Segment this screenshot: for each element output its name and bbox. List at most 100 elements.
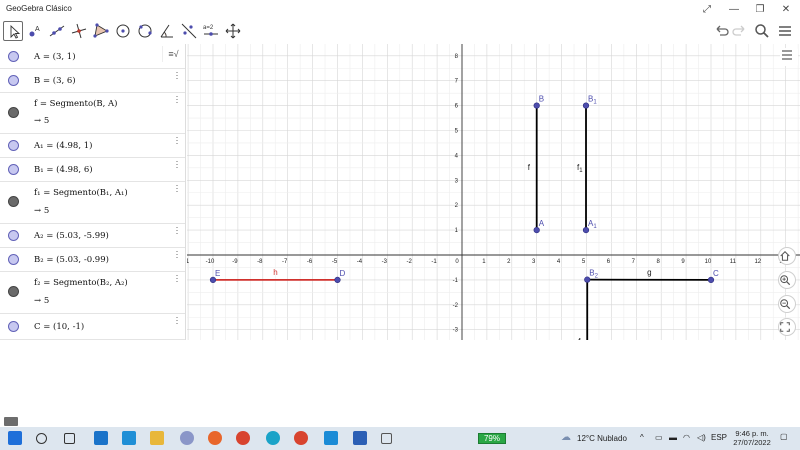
keyboard-icon[interactable] [4,417,18,426]
visibility-toggle[interactable] [8,196,19,207]
main-menu-button[interactable] [776,22,794,40]
close-button[interactable]: ✕ [776,2,796,17]
more-options-icon[interactable]: · · · [174,181,180,196]
weather-text[interactable]: 12°C Nublado [577,434,627,443]
circle-tool-button[interactable] [113,21,133,41]
more-options-icon[interactable]: · · · [174,157,180,172]
more-options-icon[interactable]: · · · [174,223,180,238]
chrome-icon[interactable] [294,431,308,445]
point-B[interactable] [533,102,540,109]
language-indicator[interactable]: ESP [711,433,727,442]
graphics-view[interactable]: -11-10-9-8-7-6-5-4-3-2-10123456789101112… [187,44,800,340]
more-options-icon[interactable]: · · · [174,247,180,262]
polygon-tool-button[interactable] [91,21,111,41]
chevron-up-icon[interactable]: ^ [640,433,644,442]
circle-through-points-tool-button[interactable] [135,21,155,41]
visibility-toggle[interactable] [8,321,19,332]
coordinate-plane[interactable]: -11-10-9-8-7-6-5-4-3-2-10123456789101112… [187,44,800,340]
line-tool-button[interactable] [47,21,67,41]
visibility-toggle[interactable] [8,107,19,118]
search-button[interactable] [753,22,771,40]
visibility-toggle[interactable] [8,51,19,62]
geogebra-icon[interactable] [381,433,392,444]
algebra-row[interactable]: C = (10, -1) · · · [0,313,185,340]
notifications-icon[interactable]: ▢ [780,432,788,441]
style-bar-button[interactable] [780,48,798,66]
redo-button[interactable] [731,22,749,40]
chrome-icon[interactable] [236,431,250,445]
search-icon[interactable] [36,433,47,444]
undo-button[interactable] [712,22,730,40]
point-B2[interactable] [584,276,591,283]
algebra-row[interactable]: A₁ = (4.98, 1) · · · [0,133,185,158]
algebra-row[interactable]: B₂ = (5.03, -0.99) · · · [0,247,185,272]
point-tool-button[interactable]: A [25,21,45,41]
more-options-icon[interactable]: · · · [174,313,180,328]
point-B1[interactable] [582,102,590,109]
more-options-icon[interactable]: · · · [174,133,180,148]
slider-tool-button[interactable]: a=2 [201,21,221,41]
algebra-definition[interactable]: A = (3, 1) [34,52,76,62]
folder-icon[interactable] [150,431,164,445]
algebra-row[interactable]: f = Segmento(B, A) → 5 · · · [0,92,185,134]
r-icon[interactable] [180,431,194,445]
word-icon[interactable] [353,431,367,445]
algebra-definition[interactable]: C = (10, -1) [34,322,84,332]
zoom-out-button[interactable] [778,295,796,313]
algebra-row[interactable]: B = (3, 6) · · · [0,68,185,93]
algebra-row[interactable]: B₁ = (4.98, 6) · · · [0,157,185,182]
wifi-icon[interactable]: ◠ [683,433,690,442]
battery-indicator[interactable]: 79% [478,433,506,444]
algebra-row[interactable]: f₂ = Segmento(B₂, A₂) → 5 · · · [0,271,185,314]
move-tool-button[interactable] [3,21,23,41]
visibility-toggle[interactable] [8,164,19,175]
restore-layout-button[interactable]: ⤢ [697,2,717,17]
more-options-icon[interactable]: · · · [174,271,180,286]
home-button[interactable] [778,247,796,265]
minimize-button[interactable]: — [724,2,744,17]
clock[interactable]: 9:46 p. m. 27/07/2022 [731,429,773,447]
algebra-row[interactable]: f₁ = Segmento(B₁, A₁) → 5 · · · [0,181,185,224]
algebra-definition[interactable]: B₁ = (4.98, 6) [34,165,93,175]
point-C[interactable] [707,276,715,283]
meet-icon[interactable] [324,431,338,445]
algebra-definition[interactable]: A₁ = (4.98, 1) [34,141,92,151]
perpendicular-line-tool-button[interactable] [69,21,89,41]
angle-tool-button[interactable] [157,21,177,41]
visibility-toggle[interactable] [8,140,19,151]
display-icon[interactable]: ▭ [655,433,663,442]
edge-icon[interactable] [266,431,280,445]
point-E[interactable] [209,276,217,283]
zoom-in-button[interactable] [778,271,796,289]
visibility-toggle[interactable] [8,230,19,241]
algebra-definition[interactable]: f₂ = Segmento(B₂, A₂) [34,278,128,288]
task-view-icon[interactable] [64,433,75,444]
more-options-icon[interactable]: · · · [174,92,180,107]
algebra-definition[interactable]: B₂ = (5.03, -0.99) [34,255,109,265]
visibility-toggle[interactable] [8,75,19,86]
move-graphics-tool-button[interactable] [223,21,243,41]
windows-icon[interactable] [8,431,22,445]
algebra-definition[interactable]: f = Segmento(B, A) [34,99,118,109]
visibility-toggle[interactable] [8,254,19,265]
point-A[interactable] [533,227,540,234]
algebra-definition[interactable]: B = (3, 6) [34,76,76,86]
point-A1[interactable] [582,227,590,234]
reflect-icon [181,23,197,39]
algebra-definition[interactable]: f₁ = Segmento(B₁, A₁) [34,188,128,198]
algebra-row[interactable]: A₂ = (5.03, -5.99) · · · [0,223,185,248]
visibility-toggle[interactable] [8,286,19,297]
battery-icon[interactable]: ▬ [669,433,677,442]
mail-icon[interactable] [94,431,108,445]
reflect-tool-button[interactable] [179,21,199,41]
sort-button[interactable]: ≡√ [162,46,184,62]
point-D[interactable] [334,276,341,283]
volume-icon[interactable]: ◁) [697,433,706,442]
more-options-icon[interactable]: · · · [174,68,180,83]
fullscreen-button[interactable] [778,318,796,336]
firefox-icon[interactable] [208,431,222,445]
algebra-row[interactable]: A = (3, 1) ≡√ [0,44,185,69]
lync-icon[interactable] [122,431,136,445]
maximize-button[interactable]: ❐ [750,2,770,17]
algebra-definition[interactable]: A₂ = (5.03, -5.99) [34,231,109,241]
